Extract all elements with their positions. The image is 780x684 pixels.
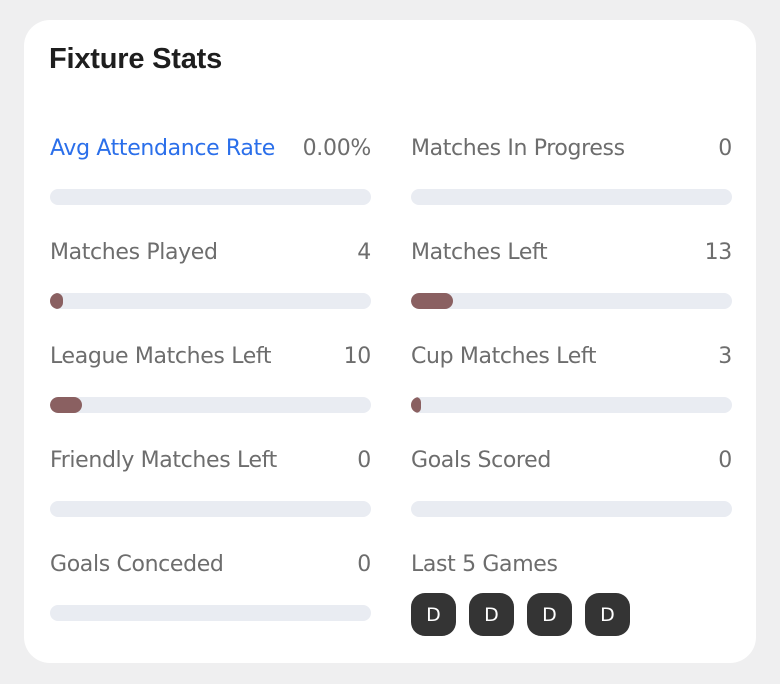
progress-bar-fill (411, 293, 453, 309)
stat-value: 10 (343, 344, 372, 369)
stat-header: Goals Scored 0 (410, 444, 733, 478)
progress-bar-track (50, 605, 371, 621)
stat-row: League Matches Left 10 (49, 340, 372, 444)
stat-label: Matches Left (411, 240, 548, 265)
game-result-badge[interactable]: D (585, 593, 630, 636)
progress-bar-track (411, 293, 732, 309)
stat-row: Avg Attendance Rate 0.00% (49, 132, 372, 236)
stat-value: 0 (357, 552, 371, 577)
stat-header: Matches In Progress 0 (410, 132, 733, 166)
stat-row: Last 5 Games D D D D (410, 548, 733, 652)
stat-row: Friendly Matches Left 0 (49, 444, 372, 548)
stat-row: Matches In Progress 0 (410, 132, 733, 236)
stat-row: Goals Conceded 0 (49, 548, 372, 652)
progress-bar-track (411, 501, 732, 517)
progress-bar-track (50, 501, 371, 517)
stats-grid: Avg Attendance Rate 0.00% Matches In Progr… (49, 132, 733, 652)
progress-bar-track (50, 397, 371, 413)
page-title: Fixture Stats (49, 43, 223, 75)
progress-bar-track (411, 397, 732, 413)
stat-value: 0 (357, 448, 371, 473)
stat-value: 0.00% (302, 136, 372, 161)
stat-value: 4 (357, 240, 371, 265)
stat-label: Cup Matches Left (411, 344, 597, 369)
stat-header: Matches Left 13 (410, 236, 733, 270)
stat-label: Goals Conceded (50, 552, 224, 577)
stat-value: 3 (718, 344, 732, 369)
stat-label: Last 5 Games (411, 552, 558, 577)
stat-header: Avg Attendance Rate 0.00% (49, 132, 372, 166)
stat-row: Matches Left 13 (410, 236, 733, 340)
stat-value: 0 (718, 136, 732, 161)
stat-header: League Matches Left 10 (49, 340, 372, 374)
game-result-badge[interactable]: D (469, 593, 514, 636)
stat-header: Friendly Matches Left 0 (49, 444, 372, 478)
stat-label-link[interactable]: Avg Attendance Rate (50, 132, 275, 166)
stat-label: League Matches Left (50, 344, 272, 369)
stat-header: Goals Conceded 0 (49, 548, 372, 582)
game-result-badge[interactable]: D (411, 593, 456, 636)
stat-value: 0 (718, 448, 732, 473)
stat-row: Cup Matches Left 3 (410, 340, 733, 444)
progress-bar-fill (50, 397, 83, 413)
stat-header: Matches Played 4 (49, 236, 372, 270)
stat-header: Last 5 Games (410, 548, 733, 582)
stat-label: Matches In Progress (411, 136, 625, 161)
stat-label: Friendly Matches Left (50, 448, 277, 473)
stat-row: Matches Played 4 (49, 236, 372, 340)
progress-bar-track (50, 293, 371, 309)
screen: Fixture Stats Avg Attendance Rate 0.00% Ma… (0, 0, 780, 684)
stat-label: Matches Played (50, 240, 218, 265)
stat-value: 13 (704, 240, 733, 265)
stat-header: Cup Matches Left 3 (410, 340, 733, 374)
stat-row: Goals Scored 0 (410, 444, 733, 548)
progress-bar-track (50, 189, 371, 205)
progress-bar-fill (50, 293, 63, 309)
stat-label: Goals Scored (411, 448, 551, 473)
progress-bar-fill (411, 397, 421, 413)
fixture-stats-card: Fixture Stats Avg Attendance Rate 0.00% Ma… (24, 20, 756, 663)
game-result-badge[interactable]: D (527, 593, 572, 636)
last-5-games-badges: DDDD (411, 593, 630, 636)
progress-bar-track (411, 189, 732, 205)
